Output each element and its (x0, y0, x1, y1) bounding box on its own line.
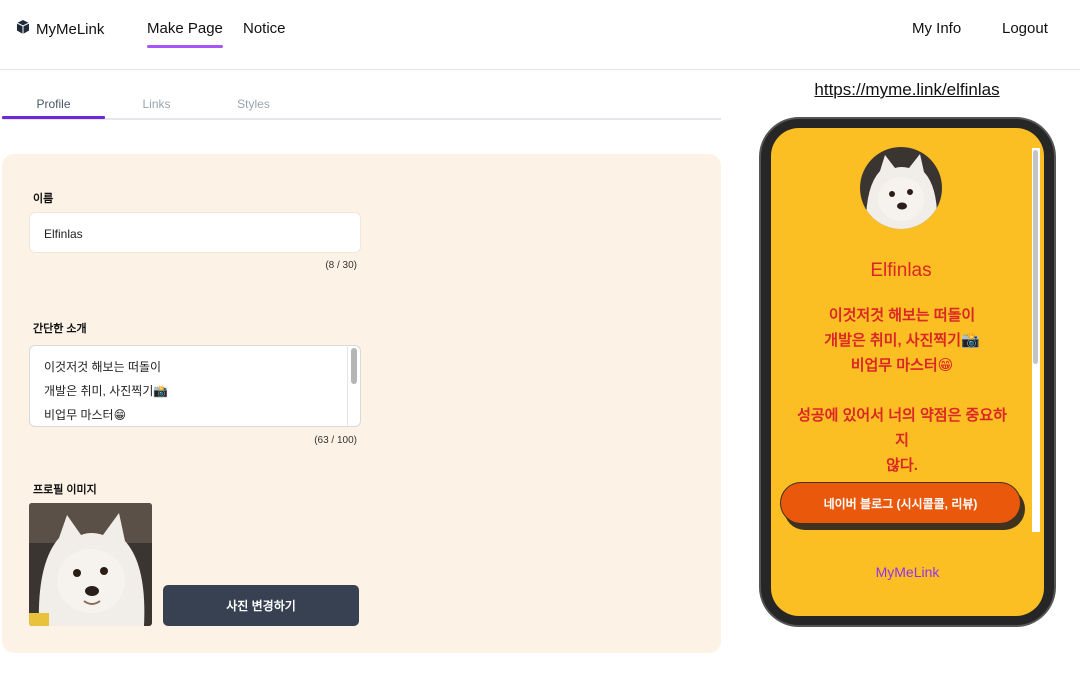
preview-bio-line: 성공에 있어서 너의 약점은 중요하지 (797, 407, 1007, 449)
change-photo-button[interactable]: 사진 변경하기 (163, 585, 359, 626)
name-label: 이름 (33, 193, 54, 205)
intro-textarea[interactable]: 이것저것 해보는 떠돌이 개발은 취미, 사진찍기📸 비업무 마스터😁 (29, 345, 361, 427)
preview-bio-line: 개발은 취미, 사진찍기📸 (824, 332, 980, 349)
page-url-link[interactable]: https://myme.link/elfinlas (760, 80, 1054, 100)
preview-scroll-thumb[interactable] (1033, 150, 1038, 364)
intro-label: 간단한 소개 (33, 323, 87, 335)
preview-bio-line: 않다. (886, 457, 918, 474)
preview-avatar (860, 147, 942, 229)
phone-preview-frame: Elfinlas 이것저것 해보는 떠돌이 개발은 취미, 사진찍기📸 비업무 … (759, 117, 1056, 627)
preview-link-button[interactable]: 네이버 블로그 (시시콜콜, 리뷰) (780, 482, 1021, 524)
logo[interactable]: MyMeLink (16, 20, 104, 38)
tab-profile[interactable]: Profile (2, 97, 105, 111)
tab-links[interactable]: Links (105, 97, 208, 111)
preview-footer[interactable]: MyMeLink (771, 564, 1044, 580)
preview-name: Elfinlas (870, 260, 932, 281)
phone-screen: Elfinlas 이것저것 해보는 떠돌이 개발은 취미, 사진찍기📸 비업무 … (771, 128, 1044, 616)
intro-counter: (63 / 100) (314, 435, 357, 446)
name-input[interactable]: Elfinlas (29, 212, 361, 253)
cube-icon (16, 20, 30, 38)
logo-text: MyMeLink (36, 20, 105, 38)
preview-bio-line: 이것저것 해보는 떠돌이 (828, 307, 976, 324)
top-navigation: MyMeLink Make Page Notice My Info Logout (0, 0, 1080, 70)
profile-editor-panel: 이름 Elfinlas (8 / 30) 간단한 소개 이것저것 해보는 떠돌이… (2, 154, 721, 653)
preview-scrollbar[interactable] (1032, 148, 1040, 532)
name-counter: (8 / 30) (325, 260, 357, 271)
preview-bio-line (791, 378, 1013, 403)
nav-logout[interactable]: Logout (1002, 20, 1048, 37)
intro-line: 개발은 취미, 사진찍기📸 (44, 384, 169, 398)
textarea-scrollbar[interactable] (347, 346, 360, 426)
tab-styles[interactable]: Styles (202, 97, 305, 111)
preview-bio-line: 비업무 마스터😁 (850, 357, 954, 374)
editor-tabs: Profile Links Styles (2, 90, 721, 120)
intro-line: 이것저것 해보는 떠돌이 (44, 360, 162, 374)
nav-my-info[interactable]: My Info (912, 20, 961, 37)
image-label: 프로필 이미지 (33, 484, 97, 496)
nav-make-page[interactable]: Make Page (147, 20, 223, 48)
nav-notice[interactable]: Notice (243, 20, 286, 37)
textarea-scroll-thumb[interactable] (351, 348, 357, 384)
profile-image (29, 503, 152, 626)
preview-bio: 이것저것 해보는 떠돌이 개발은 취미, 사진찍기📸 비업무 마스터😁 성공에 … (791, 303, 1013, 478)
intro-line: 비업무 마스터😁 (44, 408, 127, 422)
tab-active-indicator (2, 116, 105, 119)
